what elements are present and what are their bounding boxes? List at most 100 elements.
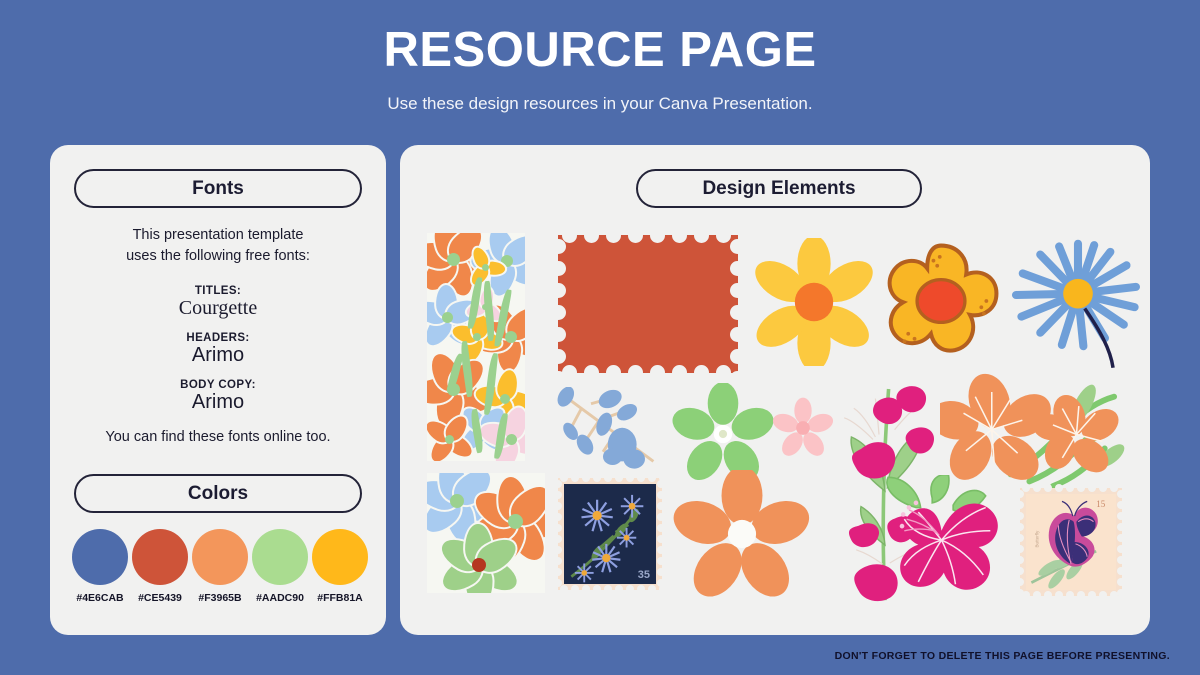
aster-vintage-stamp[interactable]: 35 xyxy=(554,474,667,593)
stamp-notch xyxy=(628,365,643,380)
color-swatch-red[interactable]: #CE5439 xyxy=(132,529,188,604)
stamp-perforation xyxy=(1016,567,1024,575)
stamp-perforation xyxy=(1117,589,1125,597)
stamp-perforation xyxy=(637,585,645,593)
outlined-yellow-flower[interactable] xyxy=(878,235,1004,367)
swatch-dot-blue xyxy=(72,529,128,585)
stamp-perforation xyxy=(1016,501,1024,509)
stamp-perforation xyxy=(1033,484,1041,492)
stamp-perforation xyxy=(554,524,562,532)
collage-flower-center xyxy=(505,433,517,445)
butterfly-vintage-stamp[interactable]: 15 Butterfly xyxy=(1016,484,1125,599)
design-elements-panel: Design Elements 35 15 Butterfly xyxy=(400,145,1150,635)
stamp-perforation xyxy=(571,474,579,482)
fonts-intro-text: This presentation template uses the foll… xyxy=(126,227,310,264)
stamp-perforation xyxy=(554,480,562,488)
page-subtitle: Use these design resources in your Canva… xyxy=(387,94,813,113)
stamp-perforation xyxy=(1066,591,1074,599)
stamp-notch xyxy=(628,228,643,243)
svg-text:Butterfly: Butterfly xyxy=(1035,530,1040,548)
stamp-perforation xyxy=(657,557,665,565)
stamp-perforation xyxy=(657,524,665,532)
stamp-perforation xyxy=(582,585,590,593)
stamp-notch xyxy=(551,305,566,320)
stamp-perforation xyxy=(648,585,656,593)
stamp-perforation xyxy=(554,502,562,510)
stamp-perforation xyxy=(1117,490,1125,498)
stamp-perforation xyxy=(1117,501,1125,509)
stamp-perforation xyxy=(626,585,634,593)
floral-tile-square[interactable] xyxy=(427,473,545,593)
color-swatch-green[interactable]: #AADC90 xyxy=(252,529,308,604)
stamp-perforation xyxy=(582,474,590,482)
headers-value: Arimo xyxy=(191,344,245,366)
stamp-perforation xyxy=(1117,512,1125,520)
stamp-perforation xyxy=(615,585,623,593)
blue-daisy-flower[interactable] xyxy=(1010,233,1146,388)
magenta-hibiscus[interactable] xyxy=(880,475,1010,597)
stamp-notch xyxy=(551,327,566,342)
stamp-notch xyxy=(551,371,566,386)
stamp-perforation xyxy=(560,585,568,593)
stamp-perforation xyxy=(1117,523,1125,531)
butterfly-stamp-denomination: 15 xyxy=(1096,499,1105,509)
stamp-perforation xyxy=(1117,534,1125,542)
headers-label: HEADERS: xyxy=(186,332,250,344)
stamp-notch xyxy=(694,228,709,243)
stamp-perforation xyxy=(554,513,562,521)
stamp-notch xyxy=(551,239,566,254)
stamp-perforation xyxy=(1088,484,1096,492)
stamp-perforation xyxy=(1016,512,1024,520)
blue-leaf-sprig[interactable] xyxy=(555,387,675,477)
stamp-perforation xyxy=(1099,591,1107,599)
stamp-perforation xyxy=(657,502,665,510)
stamp-perforation xyxy=(1117,556,1125,564)
stamp-notch xyxy=(730,283,745,298)
titles-label: TITLES: xyxy=(194,285,242,297)
body-copy-label: BODY COPY: xyxy=(180,379,256,391)
stamp-perforation xyxy=(571,585,579,593)
stamp-perforation xyxy=(1016,534,1024,542)
aster-stamp-denomination: 35 xyxy=(637,569,650,581)
yellow-daisy-flower[interactable] xyxy=(750,238,878,366)
stamp-perforation xyxy=(657,546,665,554)
floral-collage-tall[interactable] xyxy=(427,233,525,461)
stamp-perforation xyxy=(657,491,665,499)
stamp-perforation xyxy=(626,474,634,482)
stamp-perforation xyxy=(554,557,562,565)
collage-flower-center xyxy=(472,558,486,572)
red-postage-stamp[interactable] xyxy=(551,228,753,386)
collage-flower-center xyxy=(446,252,460,266)
stamp-notch xyxy=(606,228,621,243)
collage-flower-center xyxy=(507,513,523,529)
orange-flower-pair[interactable] xyxy=(940,373,1140,491)
color-swatch-yellow[interactable]: #FFB81A xyxy=(312,529,368,604)
stamp-perforation xyxy=(1066,484,1074,492)
color-swatch-orange[interactable]: #F3965B xyxy=(192,529,248,604)
stamp-perforation xyxy=(554,579,562,587)
stamp-perforation xyxy=(1016,545,1024,553)
stamp-notch xyxy=(551,349,566,364)
large-orange-flower[interactable] xyxy=(672,470,812,598)
stamp-notch xyxy=(730,305,745,320)
stamp-notch xyxy=(650,365,665,380)
swatch-dot-yellow xyxy=(312,529,368,585)
stamp-notch xyxy=(716,365,731,380)
stamp-perforation xyxy=(1088,591,1096,599)
stamp-notch xyxy=(551,283,566,298)
colors-section-label: Colors xyxy=(74,474,362,513)
titles-value: Courgette xyxy=(178,297,258,319)
footer-note: DON'T FORGET TO DELETE THIS PAGE BEFORE … xyxy=(834,650,1170,662)
stamp-perforation xyxy=(1117,578,1125,586)
stamp-perforation xyxy=(1055,484,1063,492)
collage-flower-center xyxy=(450,494,464,508)
stamp-perforation xyxy=(1016,523,1024,531)
collage-flower-center xyxy=(444,434,454,444)
swatch-hex-yellow: #FFB81A xyxy=(317,592,363,604)
collage-flower-center xyxy=(505,331,517,343)
color-swatch-blue[interactable]: #4E6CAB xyxy=(72,529,128,604)
stamp-perforation xyxy=(554,535,562,543)
stamp-perforation xyxy=(1117,567,1125,575)
stamp-perforation xyxy=(1077,484,1085,492)
stamp-perforation xyxy=(1016,578,1024,586)
